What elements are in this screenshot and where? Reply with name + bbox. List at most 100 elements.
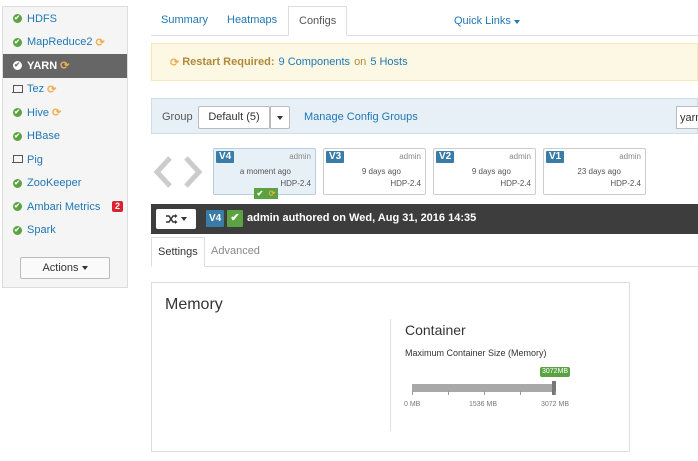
authored-text: admin authored on Wed, Aug 31, 2016 14:3… — [247, 212, 477, 224]
sidebar-item-pig[interactable]: Pig — [3, 148, 127, 172]
version-badge: V2 — [436, 151, 455, 163]
sidebar-item-hdfs[interactable]: ✔ HDFS — [3, 7, 127, 31]
check-icon: ✔ — [227, 210, 243, 227]
config-subtabs: Settings Advanced — [151, 237, 698, 267]
chevron-down-icon — [81, 266, 88, 270]
tab-heatmaps[interactable]: Heatmaps — [227, 6, 277, 36]
slider-value-tooltip: 3072MB — [540, 367, 571, 377]
compare-button[interactable] — [156, 209, 196, 229]
slider-tick-label: 0 MB — [404, 401, 421, 408]
sidebar-item-label: HBase — [27, 130, 61, 143]
status-ok-icon: ✔ — [12, 225, 22, 235]
version-author: admin — [289, 152, 311, 161]
slider-tick-label: 1536 MB — [469, 401, 498, 408]
version-info-bar: V4 ✔ admin authored on Wed, Aug 31, 2016… — [151, 204, 698, 234]
config-group-dropdown-button[interactable] — [270, 106, 290, 129]
restart-hosts-link[interactable]: 5 Hosts — [370, 56, 407, 68]
slider-tick — [448, 391, 449, 395]
sidebar-item-spark[interactable]: ✔ Spark — [3, 219, 127, 243]
status-ok-icon: ✔ — [12, 108, 22, 118]
status-ok-icon: ✔ — [12, 178, 22, 188]
restart-on-text: on — [354, 56, 367, 68]
restart-components-link[interactable]: 9 Components — [279, 56, 351, 68]
restart-label: Restart Required: — [182, 56, 275, 68]
tab-settings[interactable]: Settings — [151, 237, 205, 267]
actions-button[interactable]: Actions — [20, 257, 110, 279]
service-list: ✔ HDFS ✔ MapReduce2 ⟳ ✔ YARN ⟳ Tez ⟳ ✔ Hive ⟳ ✔ HBase P… — [3, 7, 127, 242]
chevron-down-icon — [513, 20, 520, 24]
tab-summary[interactable]: Summary — [161, 6, 208, 36]
tab-configs[interactable]: Configs — [288, 6, 348, 36]
version-time: 9 days ago — [471, 167, 511, 176]
group-label: Group — [162, 111, 193, 123]
chevron-down-icon — [277, 115, 283, 120]
refresh-icon: ⟳ — [266, 188, 278, 199]
laptop-icon — [11, 154, 23, 166]
tab-advanced[interactable]: Advanced — [211, 237, 260, 267]
sidebar-item-zookeeper[interactable]: ✔ ZooKeeper — [3, 172, 127, 196]
version-author: admin — [619, 152, 641, 161]
refresh-icon: ⟳ — [95, 36, 105, 49]
panel-divider — [390, 319, 391, 431]
version-author: admin — [509, 152, 531, 161]
version-card-v4[interactable]: V4 admin a moment ago HDP-2.4 ✔ ⟳ — [213, 148, 316, 199]
manage-config-groups-link[interactable]: Manage Config Groups — [304, 111, 418, 123]
refresh-icon: ⟳ — [170, 56, 180, 69]
version-stack: HDP-2.4 — [500, 179, 531, 188]
version-stack: HDP-2.4 — [280, 179, 311, 188]
version-card-v2[interactable]: V2 admin 9 days ago HDP-2.4 — [433, 148, 536, 195]
version-stack: HDP-2.4 — [610, 179, 641, 188]
version-badge: V1 — [546, 151, 565, 163]
current-version-marks: ✔ ⟳ — [254, 188, 278, 199]
panel-title: Memory — [165, 296, 223, 313]
slider-tick — [520, 391, 521, 395]
slider-tick — [555, 391, 556, 395]
check-icon: ✔ — [254, 188, 266, 199]
laptop-icon — [11, 83, 23, 95]
version-card-v1[interactable]: V1 admin 23 days ago HDP-2.4 — [543, 148, 646, 195]
status-ok-icon: ✔ — [12, 202, 22, 212]
service-sidebar: ✔ HDFS ✔ MapReduce2 ⟳ ✔ YARN ⟳ Tez ⟳ ✔ Hive ⟳ ✔ HBase P… — [2, 6, 128, 288]
version-card-v3[interactable]: V3 admin 9 days ago HDP-2.4 — [323, 148, 426, 195]
quick-links-label: Quick Links — [454, 15, 511, 27]
previous-versions-arrow[interactable] — [150, 152, 176, 192]
refresh-icon: ⟳ — [47, 83, 57, 96]
sidebar-item-label: YARN — [27, 59, 58, 72]
config-group-select[interactable]: Default (5) — [198, 106, 270, 129]
next-versions-arrow[interactable] — [180, 152, 206, 192]
slider-tick — [412, 391, 413, 395]
version-time: 23 days ago — [577, 167, 621, 176]
memory-panel: Memory Container Maximum Container Size … — [151, 282, 630, 452]
sidebar-item-tez[interactable]: Tez ⟳ — [3, 78, 127, 102]
actions-label: Actions — [42, 262, 79, 274]
field-label: Maximum Container Size (Memory) — [405, 348, 547, 358]
sidebar-item-hbase[interactable]: ✔ HBase — [3, 125, 127, 149]
alert-count-badge[interactable]: 2 — [111, 201, 123, 213]
sidebar-item-label: Spark — [27, 224, 56, 237]
chevron-down-icon — [180, 217, 187, 221]
status-ok-icon: ✔ — [12, 37, 22, 47]
sidebar-item-label: Ambari Metrics — [27, 200, 101, 213]
sidebar-item-label: Hive — [27, 106, 50, 119]
version-time: a moment ago — [239, 167, 291, 176]
sidebar-item-yarn[interactable]: ✔ YARN ⟳ — [3, 54, 127, 78]
version-time: 9 days ago — [361, 167, 401, 176]
chevron-right-icon — [184, 156, 203, 188]
sidebar-item-hive[interactable]: ✔ Hive ⟳ — [3, 101, 127, 125]
sidebar-item-mapreduce2[interactable]: ✔ MapReduce2 ⟳ — [3, 31, 127, 55]
current-version-badge: V4 — [206, 210, 225, 227]
sidebar-item-label: Tez — [27, 83, 45, 96]
config-group-bar: Group Default (5) Manage Config Groups — [151, 98, 698, 134]
restart-required-banner: ⟳ Restart Required: 9 Components on 5 Ho… — [151, 43, 698, 81]
version-badge: V3 — [326, 151, 345, 163]
refresh-icon: ⟳ — [60, 60, 70, 73]
sidebar-item-ambari-metrics[interactable]: ✔ Ambari Metrics 2 — [3, 195, 127, 219]
sidebar-item-label: HDFS — [27, 12, 57, 25]
service-tabs: Summary Heatmaps Configs Quick Links — [151, 6, 698, 36]
sidebar-item-label: MapReduce2 — [27, 36, 93, 49]
slider-tick — [484, 391, 485, 395]
config-filter-input[interactable] — [676, 106, 698, 129]
section-title: Container — [405, 322, 466, 338]
quick-links-menu[interactable]: Quick Links — [454, 15, 520, 27]
sidebar-item-label: ZooKeeper — [27, 177, 82, 190]
